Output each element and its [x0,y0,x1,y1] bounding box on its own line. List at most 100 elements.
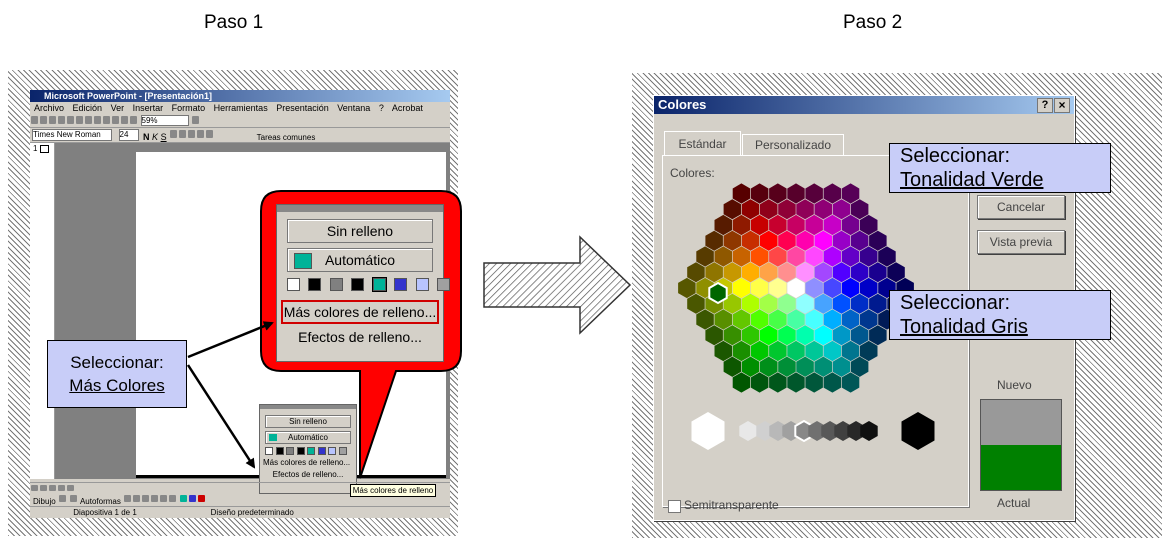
color-hex-cell[interactable] [741,199,760,220]
color-hex-cell[interactable] [787,214,805,236]
color-hex-cell[interactable] [750,214,769,236]
color-hex-cell[interactable] [732,214,751,236]
color-hex-cell[interactable] [705,262,723,283]
color-hex-cell[interactable] [860,340,878,362]
color-hex-cell[interactable] [814,230,833,251]
color-hex-cell[interactable] [805,372,823,393]
color-hex-cell[interactable] [841,309,860,330]
color-hex-cell[interactable] [814,325,833,346]
color-hex-cell[interactable] [696,246,714,267]
color-hex-cell[interactable] [823,183,842,204]
color-hex-cell[interactable] [887,262,905,283]
color-hex-cell[interactable] [750,372,769,393]
color-hex-cell[interactable] [723,325,742,346]
color-hex-cell[interactable] [814,199,833,220]
color-hex-cell[interactable] [705,230,723,251]
color-hex-cell[interactable] [850,262,869,283]
color-hex-cell[interactable] [778,230,796,251]
color-hex-cell[interactable] [796,262,814,283]
color-hex-cell[interactable] [696,309,714,330]
color-hex-cell[interactable] [850,230,869,251]
color-hex-cell[interactable] [796,230,814,251]
color-hex-cell[interactable] [769,340,787,362]
color-hex-cell[interactable] [869,230,887,251]
gray-hex-cell[interactable] [691,412,725,450]
color-hex-cell[interactable] [814,356,833,377]
color-hex-cell[interactable] [823,277,842,299]
color-hex-cell[interactable] [741,325,760,346]
color-hex-cell[interactable] [787,277,805,299]
color-hex-cell[interactable] [778,293,796,314]
color-hex-cell[interactable] [805,340,823,362]
color-hex-cell[interactable] [823,372,842,393]
color-hex-cell[interactable] [805,214,823,236]
color-hex-cell[interactable] [787,340,805,362]
color-hex-cell[interactable] [760,325,778,346]
color-hex-cell[interactable] [796,325,814,346]
color-hex-cell[interactable] [732,309,751,330]
color-hex-cell[interactable] [814,293,833,314]
color-hex-cell[interactable] [869,325,887,346]
close-button[interactable]: × [1054,98,1070,113]
color-hex-cell[interactable] [860,309,878,330]
color-hex-cell[interactable] [769,214,787,236]
color-hex-cell[interactable] [832,199,851,220]
color-hex-cell[interactable] [750,246,769,267]
color-hex-cell[interactable] [814,262,833,283]
color-hex-cell[interactable] [832,230,851,251]
color-hex-cell[interactable] [832,293,851,314]
color-hex-cell[interactable] [732,183,751,204]
color-hex-cell[interactable] [841,372,860,393]
color-hex-cell[interactable] [805,246,823,267]
color-hex-cell[interactable] [823,214,842,236]
color-hex-cell[interactable] [860,214,878,236]
color-hex-cell[interactable] [769,309,787,330]
gray-hex-cell[interactable] [901,412,935,450]
color-hex-cell[interactable] [705,325,723,346]
color-hex-cell[interactable] [750,183,769,204]
color-hex-cell[interactable] [678,277,696,299]
color-hex-cell[interactable] [723,356,742,377]
color-hex-cell[interactable] [869,262,887,283]
color-hex-cell[interactable] [769,277,787,299]
color-hex-cell[interactable] [741,293,760,314]
gray-hex-cell[interactable] [860,421,878,441]
color-hex-cell[interactable] [778,262,796,283]
color-hex-cell[interactable] [750,277,769,299]
color-hex-cell[interactable] [741,356,760,377]
color-hex-cell[interactable] [805,277,823,299]
color-hex-cell[interactable] [723,230,742,251]
color-hex-cell[interactable] [832,325,851,346]
color-hex-cell[interactable] [850,325,869,346]
color-hex-cell[interactable] [687,293,705,314]
color-hex-cell[interactable] [750,309,769,330]
color-hex-cell[interactable] [760,356,778,377]
color-hex-cell[interactable] [841,277,860,299]
color-hex-cell[interactable] [769,246,787,267]
color-hex-cell[interactable] [823,246,842,267]
color-hex-cell[interactable] [841,214,860,236]
color-hex-cell[interactable] [832,262,851,283]
selected-green-hex[interactable] [708,281,728,305]
color-hex-cell[interactable] [760,262,778,283]
color-hex-cell[interactable] [760,199,778,220]
color-hex-cell[interactable] [750,340,769,362]
color-hex-cell[interactable] [732,372,751,393]
color-hex-cell[interactable] [796,293,814,314]
color-hex-cell[interactable] [805,183,823,204]
color-hex-cell[interactable] [823,309,842,330]
color-hex-cell[interactable] [796,356,814,377]
color-hex-cell[interactable] [787,372,805,393]
color-hex-cell[interactable] [760,293,778,314]
color-hex-cell[interactable] [869,293,887,314]
color-hex-cell[interactable] [787,309,805,330]
color-hex-cell[interactable] [796,199,814,220]
color-hex-cell[interactable] [760,230,778,251]
color-hex-cell[interactable] [860,277,878,299]
color-hex-cell[interactable] [878,246,896,267]
color-hex-cell[interactable] [841,183,860,204]
color-hex-cell[interactable] [850,356,869,377]
color-hex-cell[interactable] [732,277,751,299]
color-hex-cell[interactable] [787,246,805,267]
color-hex-cell[interactable] [723,262,742,283]
